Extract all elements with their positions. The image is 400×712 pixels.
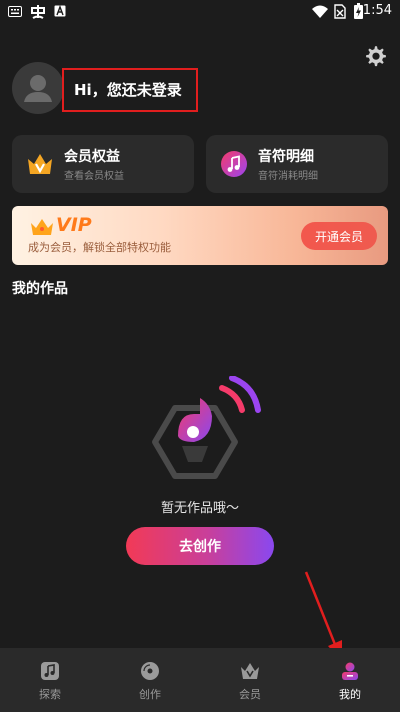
login-greeting[interactable]: Hi，您还未登录 (74, 79, 182, 100)
crown-v-icon (28, 154, 52, 174)
status-time: 1:54 (362, 3, 392, 18)
music-note-icon (221, 151, 247, 177)
wifi-icon (312, 5, 328, 18)
card-title: 会员权益 (64, 149, 120, 165)
disc-icon (141, 662, 159, 680)
nav-label: 会员 (239, 688, 261, 701)
a-icon (54, 5, 66, 17)
gear-icon[interactable] (364, 44, 388, 68)
explore-music-icon (41, 662, 59, 680)
avatar[interactable] (12, 62, 64, 114)
nav-item-member[interactable]: 会员 (200, 648, 300, 712)
my-works-title: 我的作品 (12, 281, 68, 297)
crown-icon (241, 663, 259, 679)
nav-item-explore[interactable]: 探索 (0, 648, 100, 712)
vip-crown-icon (31, 219, 53, 235)
empty-works-text: 暂无作品哦～ (160, 501, 239, 516)
profile-icon (342, 662, 358, 680)
nav-label: 我的 (339, 688, 361, 701)
bottom-nav: 探索 创作 会员 我的 (0, 648, 400, 712)
go-create-button[interactable]: 去创作 (126, 527, 274, 565)
battery-charging-icon (354, 3, 363, 19)
no-sim-icon (334, 4, 346, 19)
keyboard-icon (8, 6, 22, 17)
music-hexagon-icon (152, 376, 261, 479)
open-membership-button[interactable]: 开通会员 (301, 222, 377, 250)
card-subtitle: 查看会员权益 (64, 171, 124, 182)
nav-label: 创作 (139, 688, 161, 701)
status-bar: 1:54 (0, 0, 400, 24)
vip-description: 成为会员，解锁全部特权功能 (28, 241, 171, 254)
note-details-card[interactable]: 音符明细 音符消耗明细 (206, 135, 388, 193)
nav-item-create[interactable]: 创作 (100, 648, 200, 712)
app-icon (31, 5, 45, 19)
nav-item-mine[interactable]: 我的 (300, 648, 400, 712)
vip-badge-text: VIP (56, 214, 92, 236)
card-title: 音符明细 (258, 149, 314, 165)
nav-label: 探索 (39, 688, 61, 701)
user-icon (24, 75, 52, 102)
member-benefits-card[interactable]: 会员权益 查看会员权益 (12, 135, 194, 193)
card-subtitle: 音符消耗明细 (258, 171, 318, 182)
